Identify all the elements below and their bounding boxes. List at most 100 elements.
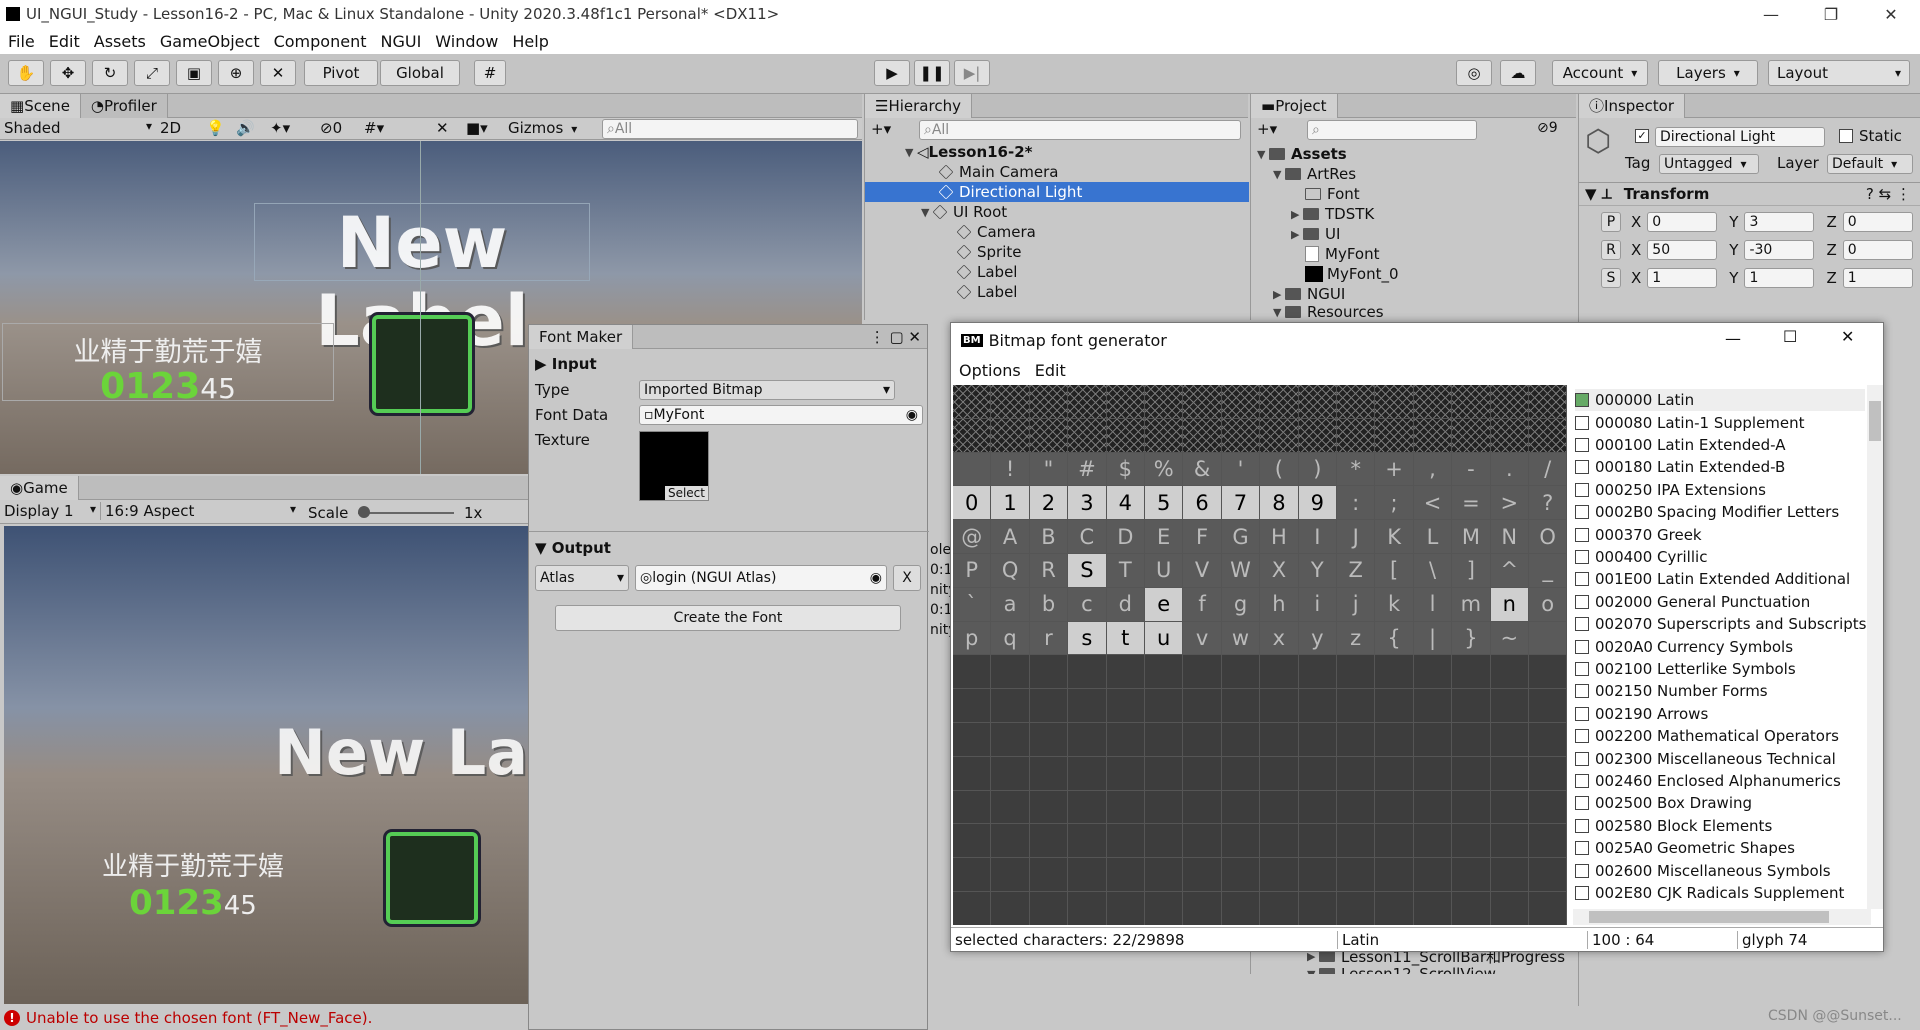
- glyph-cell[interactable]: [1490, 892, 1529, 925]
- tab-hierarchy[interactable]: ☰ Hierarchy: [865, 93, 972, 118]
- glyph-cell[interactable]: [953, 790, 992, 825]
- glyph-cell[interactable]: O: [1529, 520, 1567, 554]
- glyph-cell[interactable]: [1298, 418, 1337, 453]
- glyph-cell[interactable]: [1260, 824, 1299, 859]
- glyph-cell[interactable]: h: [1260, 587, 1299, 622]
- glyph-cell[interactable]: [1413, 689, 1453, 723]
- unicode-block-item[interactable]: 000370 Greek: [1575, 523, 1702, 545]
- object-name-field[interactable]: Directional Light: [1655, 127, 1825, 147]
- glyph-cell[interactable]: y: [1298, 621, 1337, 656]
- glyph-cell[interactable]: [1337, 756, 1376, 791]
- glyph-cell[interactable]: [1298, 824, 1337, 859]
- glyph-cell[interactable]: T: [1106, 554, 1145, 588]
- menu-file[interactable]: File: [8, 32, 35, 51]
- pivot-toggle[interactable]: Pivot: [304, 60, 378, 86]
- glyph-cell[interactable]: e: [1145, 587, 1184, 622]
- unicode-block-item[interactable]: 002460 Enclosed Alphanumerics: [1575, 770, 1841, 792]
- glyph-cell[interactable]: [1106, 655, 1145, 690]
- audio-icon[interactable]: 🔊: [236, 119, 255, 137]
- glyph-cell[interactable]: P: [953, 554, 992, 588]
- glyph-cell[interactable]: @: [953, 520, 992, 554]
- glyph-cell[interactable]: [1260, 385, 1299, 419]
- camera-icon[interactable]: ■▾: [466, 119, 488, 137]
- glyph-cell[interactable]: F: [1183, 520, 1222, 554]
- scale-x-field[interactable]: 1: [1647, 268, 1718, 288]
- glyph-cell[interactable]: [1375, 418, 1414, 453]
- glyph-cell[interactable]: w: [1221, 621, 1261, 656]
- project-item-artres[interactable]: ▼ ArtRes: [1273, 164, 1356, 184]
- project-item-assets[interactable]: ▼ Assets: [1257, 144, 1347, 164]
- glyph-cell[interactable]: r: [1029, 621, 1069, 656]
- transform-help-icon[interactable]: ? ⇆ ⋮: [1866, 185, 1911, 203]
- block-checkbox[interactable]: [1575, 863, 1589, 878]
- glyph-cell[interactable]: [1260, 858, 1299, 892]
- glyph-cell[interactable]: Q: [991, 554, 1030, 588]
- glyph-cell[interactable]: [953, 858, 992, 892]
- move-tool-icon[interactable]: ✥: [50, 60, 86, 86]
- block-checkbox[interactable]: [1575, 639, 1589, 654]
- rotate-tool-icon[interactable]: ↻: [92, 60, 128, 86]
- glyph-cell[interactable]: [1221, 858, 1261, 892]
- glyph-cell[interactable]: [1375, 790, 1414, 825]
- glyph-cell[interactable]: [1452, 790, 1491, 825]
- cloud-icon[interactable]: ☁: [1500, 60, 1536, 86]
- transform-header[interactable]: ▼ ⟂ Transform ? ⇆ ⋮: [1579, 182, 1920, 206]
- texture-select-button[interactable]: Select: [664, 486, 708, 500]
- block-checkbox[interactable]: [1575, 729, 1589, 744]
- atlas-dropdown[interactable]: Atlas ▾: [535, 565, 629, 591]
- glyph-cell[interactable]: u: [1145, 621, 1184, 656]
- glyph-cell[interactable]: [1260, 756, 1299, 791]
- block-checkbox[interactable]: [1575, 549, 1589, 564]
- project-add-button[interactable]: +▾: [1257, 120, 1277, 138]
- glyph-cell[interactable]: [991, 858, 1030, 892]
- glyph-cell[interactable]: [1298, 858, 1337, 892]
- glyph-cell[interactable]: D: [1106, 520, 1145, 554]
- glyph-cell[interactable]: [1145, 858, 1184, 892]
- block-checkbox[interactable]: [1575, 684, 1589, 699]
- glyph-cell[interactable]: [1529, 756, 1567, 791]
- glyph-cell[interactable]: [1145, 824, 1184, 859]
- glyph-cell[interactable]: _: [1529, 554, 1567, 588]
- texture-preview[interactable]: Select: [639, 431, 709, 501]
- scene-search-input[interactable]: ⌕ All: [602, 119, 858, 139]
- glyph-cell[interactable]: ^: [1490, 554, 1529, 588]
- glyph-cell[interactable]: [1452, 385, 1491, 419]
- step-button[interactable]: ▶|: [954, 60, 990, 86]
- glyph-cell[interactable]: [1529, 418, 1567, 453]
- atlas-field[interactable]: ◎login (NGUI Atlas) ◉: [635, 565, 887, 591]
- glyph-cell[interactable]: ,: [1413, 452, 1453, 487]
- glyph-cell[interactable]: ': [1221, 452, 1261, 487]
- glyph-cell[interactable]: |: [1413, 621, 1453, 656]
- unicode-block-item[interactable]: 002070 Superscripts and Subscripts: [1575, 613, 1866, 635]
- glyph-cell[interactable]: [1490, 385, 1529, 419]
- glyph-cell[interactable]: p: [953, 621, 992, 656]
- glyph-cell[interactable]: %: [1145, 452, 1184, 487]
- glyph-cell[interactable]: f: [1183, 587, 1222, 622]
- block-checkbox[interactable]: [1575, 594, 1589, 609]
- bmfont-minimize-button[interactable]: —: [1725, 329, 1741, 348]
- hierarchy-item-scene[interactable]: ▼ ◁ Lesson16-2*: [905, 142, 1033, 162]
- block-checkbox[interactable]: [1575, 460, 1589, 475]
- glyph-cell[interactable]: [1529, 790, 1567, 825]
- glyph-cell[interactable]: !: [991, 452, 1030, 487]
- glyph-cell[interactable]: [1529, 858, 1567, 892]
- aspect-dropdown[interactable]: 16:9 Aspect: [100, 502, 296, 520]
- glyph-cell[interactable]: [1106, 824, 1145, 859]
- glyph-cell[interactable]: [991, 824, 1030, 859]
- glyph-cell[interactable]: `: [953, 587, 992, 622]
- scale-tool-icon[interactable]: ⤢: [134, 60, 170, 86]
- rotation-x-field[interactable]: 50: [1647, 240, 1718, 260]
- glyph-cell[interactable]: G: [1221, 520, 1261, 554]
- lighting-icon[interactable]: 💡: [206, 119, 225, 137]
- glyph-cell[interactable]: k: [1375, 587, 1414, 622]
- layer-dropdown[interactable]: Default: [1827, 154, 1913, 174]
- glyph-cell[interactable]: [1068, 385, 1107, 419]
- block-checkbox[interactable]: [1575, 617, 1589, 632]
- hierarchy-search-input[interactable]: ⌕ All: [919, 120, 1241, 140]
- bmfont-close-button[interactable]: ✕: [1841, 327, 1854, 346]
- glyph-cell[interactable]: [1145, 418, 1184, 453]
- glyph-cell[interactable]: A: [991, 520, 1030, 554]
- menu-help[interactable]: Help: [512, 32, 548, 51]
- unicode-block-item[interactable]: 000250 IPA Extensions: [1575, 479, 1766, 501]
- glyph-cell[interactable]: [1260, 689, 1299, 723]
